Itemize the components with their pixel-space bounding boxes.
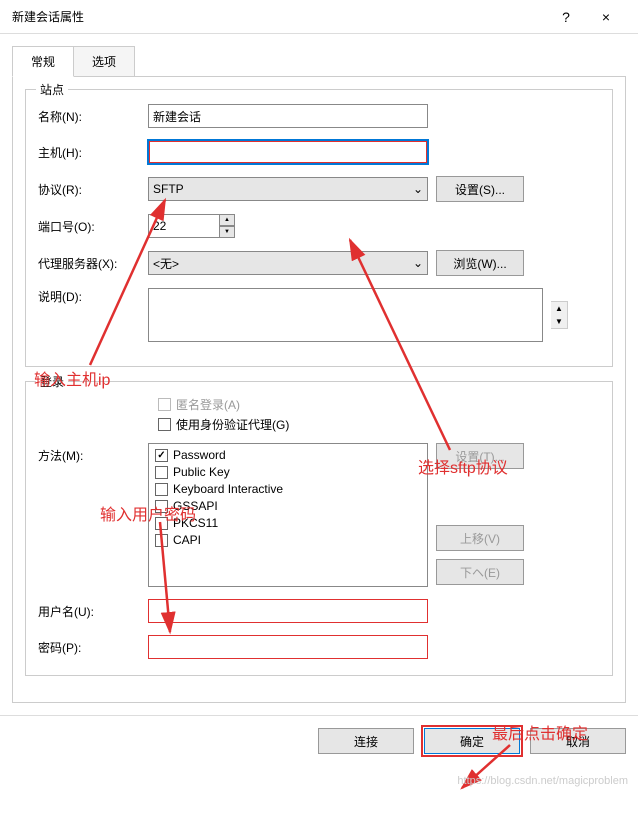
auth-agent-label: 使用身份验证代理(G)	[176, 416, 289, 433]
port-up-button[interactable]: ▲	[219, 214, 235, 226]
tabs: 常规 选项	[12, 46, 626, 77]
ok-button[interactable]: 确定	[424, 728, 520, 754]
method-password-label: Password	[173, 448, 226, 462]
method-pkcs11-checkbox[interactable]	[155, 517, 168, 530]
cancel-button[interactable]: 取消	[530, 728, 626, 754]
password-input[interactable]	[148, 635, 428, 659]
method-listbox[interactable]: Password Public Key Keyboard Interactive…	[148, 443, 428, 587]
port-input[interactable]	[148, 214, 220, 238]
method-gssapi-label: GSSAPI	[173, 499, 218, 513]
method-label: 方法(M):	[38, 443, 148, 464]
name-input[interactable]	[148, 104, 428, 128]
username-input[interactable]	[148, 599, 428, 623]
proxy-browse-button[interactable]: 浏览(W)...	[436, 250, 524, 276]
scroll-down-icon: ▼	[555, 315, 563, 328]
protocol-select[interactable]: SFTP ⌄	[148, 177, 428, 201]
password-label: 密码(P):	[38, 639, 148, 656]
scroll-up-icon: ▲	[555, 302, 563, 315]
method-pkcs11-label: PKCS11	[173, 516, 218, 530]
username-label: 用户名(U):	[38, 603, 148, 620]
method-keyboard-checkbox[interactable]	[155, 483, 168, 496]
description-textarea[interactable]	[148, 288, 543, 342]
method-gssapi-checkbox[interactable]	[155, 500, 168, 513]
method-setup-button[interactable]: 设置(T)...	[436, 443, 524, 469]
tab-options[interactable]: 选项	[74, 46, 135, 77]
method-publickey-checkbox[interactable]	[155, 466, 168, 479]
description-label: 说明(D):	[38, 288, 148, 305]
method-movedown-button[interactable]: 下ヘ(E)	[436, 559, 524, 585]
help-button[interactable]: ?	[546, 9, 586, 25]
method-password-checkbox[interactable]	[155, 449, 168, 462]
tab-general[interactable]: 常规	[12, 46, 74, 77]
protocol-value: SFTP	[153, 182, 184, 196]
dialog-content: 常规 选项 站点 名称(N): 主机(H): 协议(R):	[0, 34, 638, 715]
close-button[interactable]: ×	[586, 9, 626, 25]
login-legend: 登录	[36, 373, 68, 390]
name-label: 名称(N):	[38, 108, 148, 125]
port-spinner[interactable]: ▲ ▼	[148, 214, 235, 238]
auth-agent-checkbox[interactable]	[158, 418, 171, 431]
anonymous-label: 匿名登录(A)	[176, 396, 240, 413]
fieldset-site: 站点 名称(N): 主机(H): 协议(R): SFTP ⌄	[25, 89, 613, 367]
watermark-text: https://blog.csdn.net/magicproblem	[457, 775, 628, 787]
tabpanel: 站点 名称(N): 主机(H): 协议(R): SFTP ⌄	[12, 76, 626, 703]
method-capi-checkbox[interactable]	[155, 534, 168, 547]
host-input[interactable]	[148, 140, 428, 164]
host-label: 主机(H):	[38, 144, 148, 161]
method-publickey-label: Public Key	[173, 465, 230, 479]
proxy-select[interactable]: <无> ⌄	[148, 251, 428, 275]
protocol-setup-button[interactable]: 设置(S)...	[436, 176, 524, 202]
method-keyboard-label: Keyboard Interactive	[173, 482, 283, 496]
port-down-button[interactable]: ▼	[219, 226, 235, 238]
fieldset-login: 登录 匿名登录(A) 使用身份验证代理(G) 方法(M): Password P…	[25, 381, 613, 676]
proxy-label: 代理服务器(X):	[38, 255, 148, 272]
connect-button[interactable]: 连接	[318, 728, 414, 754]
anonymous-checkbox	[158, 398, 171, 411]
window-title: 新建会话属性	[12, 8, 546, 25]
method-moveup-button[interactable]: 上移(V)	[436, 525, 524, 551]
site-legend: 站点	[36, 81, 68, 98]
titlebar: 新建会话属性 ? ×	[0, 0, 638, 34]
method-capi-label: CAPI	[173, 533, 201, 547]
textarea-scrollbar[interactable]: ▲ ▼	[551, 301, 568, 329]
chevron-down-icon: ⌄	[413, 256, 423, 270]
dialog-buttons: 连接 确定 取消	[0, 715, 638, 766]
chevron-down-icon: ⌄	[413, 182, 423, 196]
port-label: 端口号(O):	[38, 218, 148, 235]
proxy-value: <无>	[153, 255, 179, 272]
protocol-label: 协议(R):	[38, 181, 148, 198]
